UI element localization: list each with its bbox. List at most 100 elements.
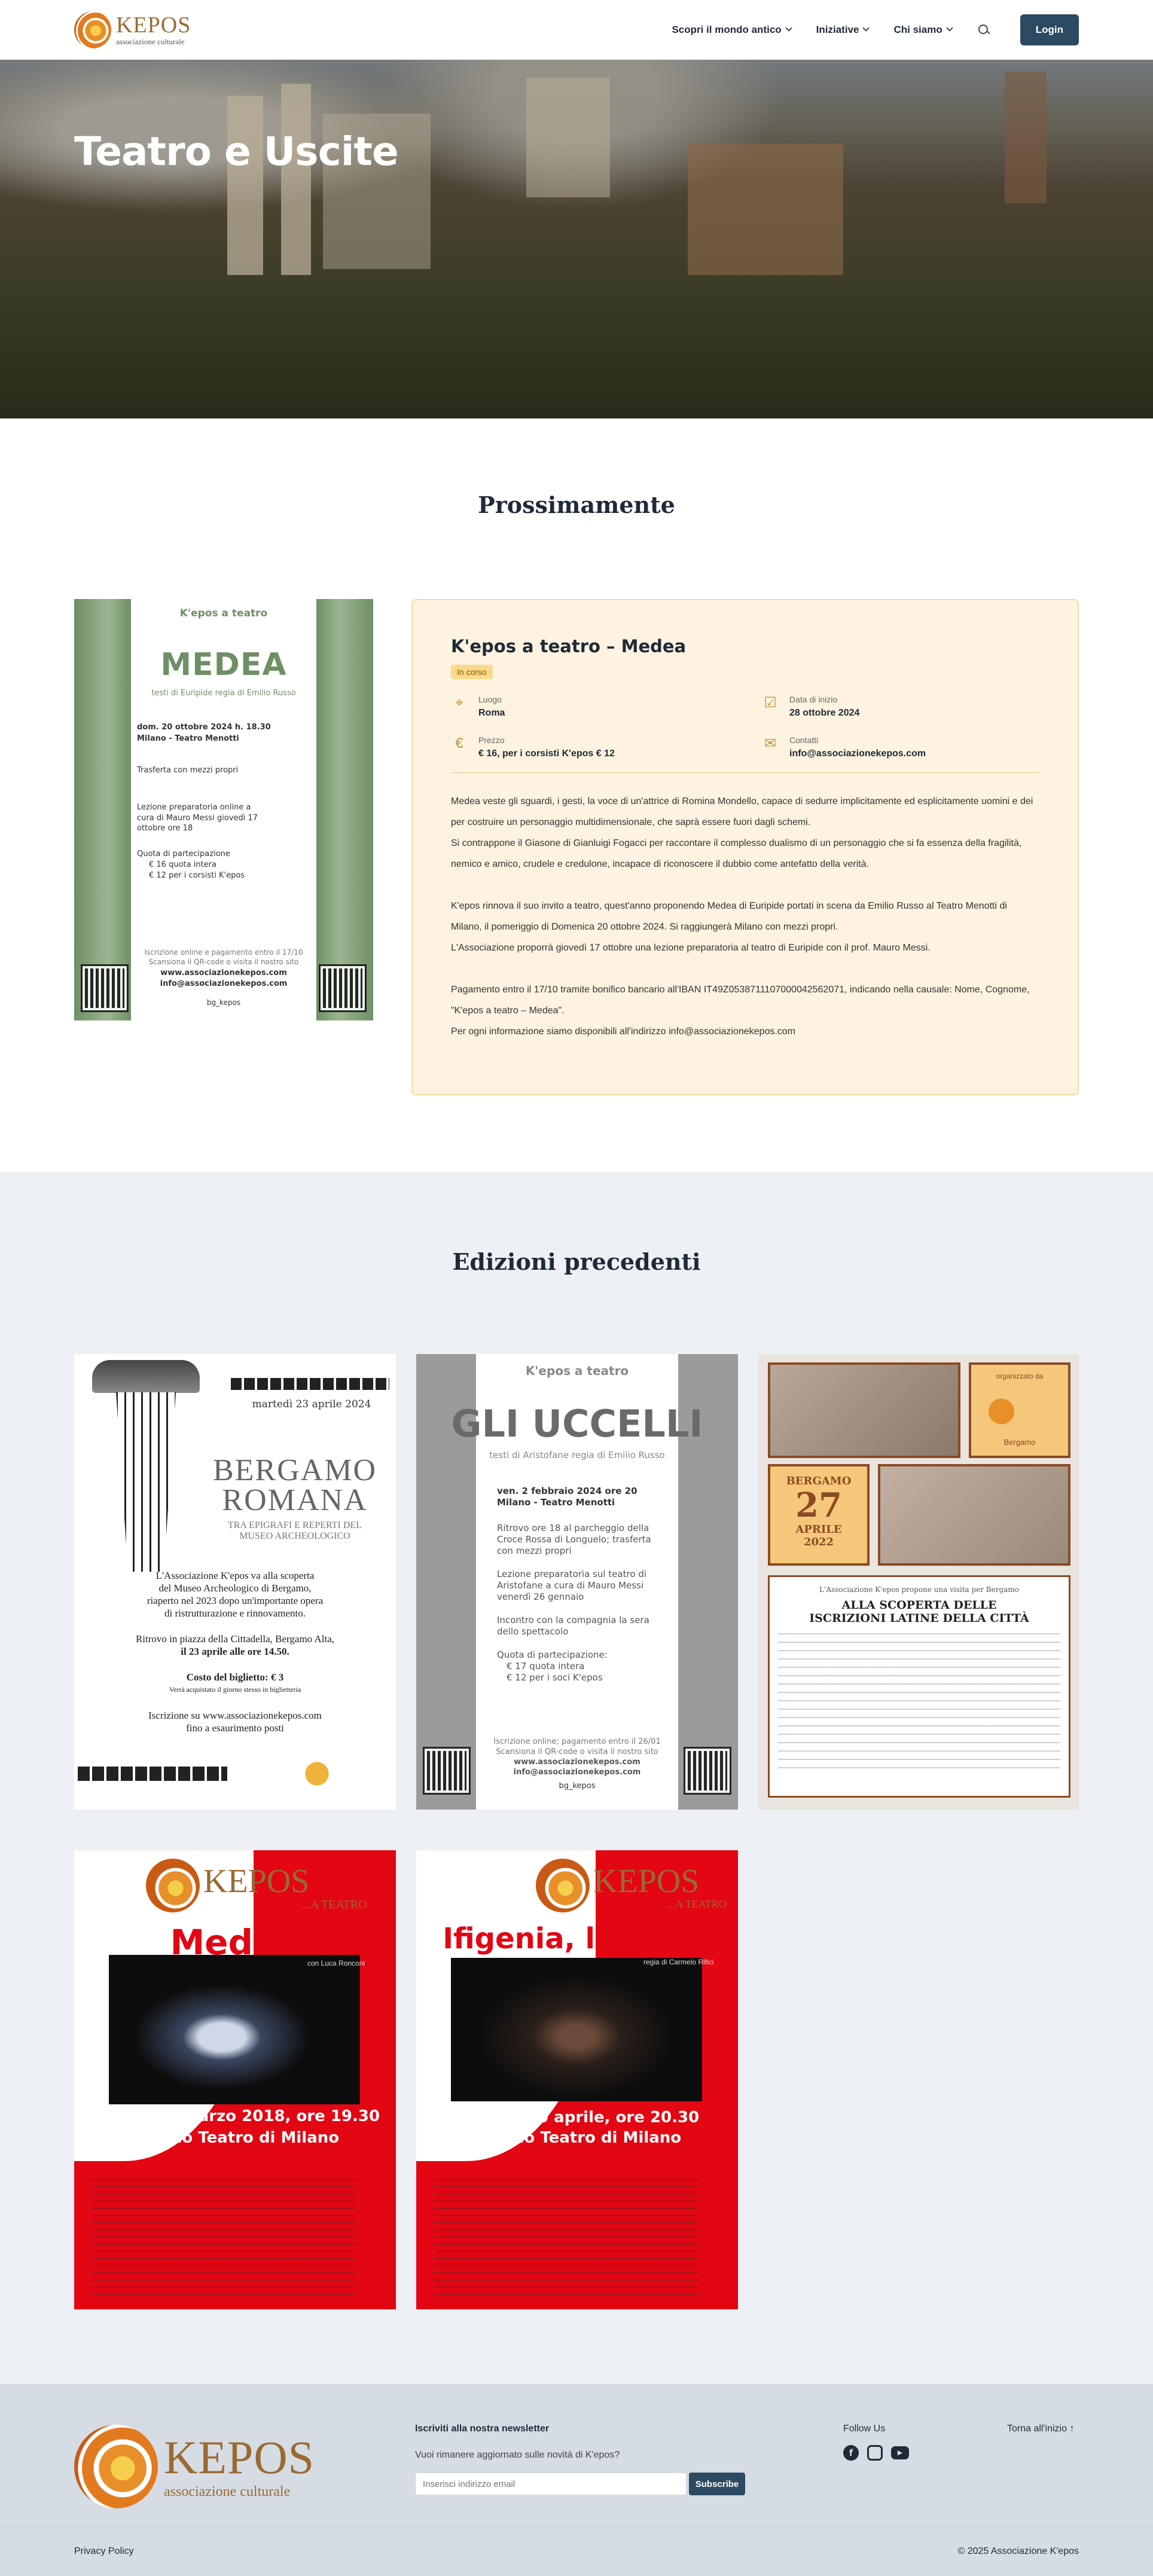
kepos-logo-icon — [301, 1761, 379, 1787]
chevron-down-icon — [862, 25, 870, 32]
nav-item-label: Scopri il mondo antico — [672, 23, 782, 35]
hero-building-image — [526, 78, 610, 197]
search-icon[interactable] — [977, 23, 990, 36]
chevron-down-icon — [946, 25, 953, 32]
poster-fine-text-image — [434, 2179, 697, 2299]
kepos-logo-icon — [146, 1859, 200, 1912]
price-value: € 16, per i corsisti K'epos € 12 — [478, 748, 615, 759]
chevron-down-icon — [785, 25, 792, 32]
ifigenia-poster-image[interactable]: KEPOS ...A TEATRO Ifigenia, liberata reg… — [416, 1850, 738, 2309]
poster-curtain-right — [316, 599, 373, 1020]
ifigenia-where: Piccolo Teatro di Milano — [472, 2129, 682, 2147]
qr-code-icon — [684, 1747, 731, 1795]
uccelli-quota-title: Quota di partecipazione: — [497, 1649, 608, 1660]
hero-building-image — [688, 143, 843, 275]
gli-uccelli-poster-image[interactable]: K'epos a teatro GLI UCCELLI testi di Ari… — [416, 1354, 738, 1810]
upcoming-section-title: Prossimamente — [478, 491, 675, 518]
bergamo-date: martedì 23 aprile 2024 — [252, 1398, 371, 1410]
qr-code-icon — [319, 964, 367, 1012]
bergamo-romana-poster-image[interactable]: martedì 23 aprile 2024 BERGAMO ROMANA TR… — [74, 1354, 396, 1810]
kepos-logo-icon — [983, 1395, 1056, 1428]
back-to-top-link[interactable]: Torna all'inizio ↑ — [1007, 2424, 1074, 2434]
newsletter-subtitle: Vuoi rimanere aggiornato sulle novità di… — [415, 2450, 620, 2460]
event-description: Medea veste gli sguardi, i gesti, la voc… — [451, 791, 1039, 1042]
nav-item-iniziative[interactable]: Iniziative — [816, 23, 870, 36]
ifigenia-sub: ...A TEATRO — [667, 1898, 727, 1910]
description-paragraph: Pagamento entro il 17/10 tramite bonific… — [451, 985, 1030, 1016]
poster-kicker: K'epos a teatro — [179, 607, 268, 619]
inscription-photo-image — [768, 1362, 960, 1458]
description-paragraph: Medea veste gli sguardi, i gesti, la voc… — [451, 796, 1033, 827]
iscrizioni-city: Bergamo — [1003, 1438, 1036, 1447]
bergamo-body-line: del Museo Archeologico di Bergamo, — [158, 1582, 312, 1594]
nav-item-label: Iniziative — [816, 23, 859, 35]
medea18-where: Piccolo Teatro di Milano — [130, 2129, 340, 2147]
newsletter-email-input[interactable] — [415, 2473, 687, 2495]
ionic-capital-image — [92, 1360, 200, 1393]
login-button[interactable]: Login — [1020, 14, 1079, 45]
contact-value[interactable]: info@associazionekepos.com — [789, 748, 926, 759]
poster-quota-1: € 16 quota intera — [149, 860, 216, 869]
uccelli-meet: Ritrovo ore 18 al parcheggio della Croce… — [497, 1523, 651, 1556]
date-value: 28 ottobre 2024 — [789, 708, 860, 718]
medea-poster-image[interactable]: K'epos a teatro MEDEA testi di Euripide … — [74, 599, 373, 1020]
uccelli-title: GLI UCCELLI — [451, 1402, 703, 1446]
follow-us-label: Follow Us — [843, 2424, 886, 2434]
site-header: KEPOS associazione culturale Scopri il m… — [0, 0, 1153, 60]
poster-title: MEDEA — [160, 647, 287, 683]
ifigenia-title: Ifigenia, liberata — [443, 1922, 712, 1955]
bergamo-title-2: ROMANA — [222, 1483, 368, 1517]
instagram-icon[interactable] — [867, 2445, 883, 2461]
nav-item-chi-siamo[interactable]: Chi siamo — [893, 23, 953, 36]
subscribe-button[interactable]: Subscribe — [689, 2473, 745, 2495]
bergamo-body-line: L'Associazione K'epos va alla scoperta — [155, 1570, 315, 1581]
past-section-title: Edizioni precedenti — [452, 1248, 701, 1275]
bergamo-body: L'Associazione K'epos va alla scoperta d… — [74, 1569, 396, 1734]
bergamo-signup: fino a esaurimento posti — [186, 1722, 284, 1734]
logo-brand: KEPOS — [116, 13, 191, 38]
site-logo[interactable]: KEPOS associazione culturale — [74, 11, 191, 48]
uccelli-date: ven. 2 febbraio 2024 ore 20 — [497, 1486, 637, 1496]
iscrizioni-title-1: ALLA SCOPERTA DELLE — [841, 1599, 997, 1612]
footer-logo[interactable]: KEPOS associazione culturale — [74, 2425, 315, 2508]
spiral-logo-icon — [74, 11, 111, 48]
iscrizioni-date-day: 27 — [795, 1486, 842, 1525]
calendar-icon: ☑ — [764, 695, 777, 711]
bergamo-signup: Iscrizione su www.associazionekepos.com — [148, 1710, 322, 1721]
hero-banner: Teatro e Uscite — [0, 60, 1153, 418]
iscrizioni-latine-poster-image[interactable]: organizzato da Bergamo BERGAMO 27 APRILE… — [758, 1354, 1079, 1810]
bergamo-subtitle-2: MUSEO ARCHEOLOGICO — [239, 1531, 350, 1541]
event-title: K'epos a teatro – Medea — [451, 636, 687, 656]
date-label: Data di inizio — [789, 695, 838, 704]
mail-icon: ✉ — [764, 735, 777, 751]
hero-column-image — [281, 84, 311, 275]
poster-social: bg_kepos — [206, 998, 241, 1007]
newsletter-title: Iscriviti alla nostra newsletter — [415, 2424, 550, 2434]
hero-column-image — [227, 96, 263, 275]
divider — [451, 772, 1039, 773]
poster-curtain-left — [74, 599, 131, 1020]
location-label: Luogo — [478, 695, 502, 704]
meander-border-image — [231, 1378, 389, 1390]
medea18-credits: con Luca Ronconi — [307, 1959, 365, 1967]
poster-footer-2: Scansiona il QR-code o visita il nostro … — [148, 958, 299, 966]
poster-transport: Trasferta con mezzi propri — [137, 766, 239, 775]
privacy-policy-link[interactable]: Privacy Policy — [74, 2546, 134, 2557]
page-title: Teatro e Uscite — [74, 129, 399, 175]
uccelli-place: Milano - Teatro Menotti — [497, 1497, 615, 1508]
poster-quota-2: € 12 per i corsisti K'epos — [149, 871, 245, 880]
ifigenia-brand: KEPOS — [593, 1863, 700, 1900]
spiral-logo-icon — [74, 2425, 158, 2508]
bergamo-cost-note: Verrà acquistato il giorno stesso in big… — [169, 1685, 301, 1694]
poster-email: info@associazionekepos.com — [160, 979, 288, 988]
location-value: Roma — [478, 708, 505, 718]
facebook-icon[interactable]: f — [843, 2445, 859, 2461]
medea-2018-poster-image[interactable]: KEPOS ...A TEATRO Medea con Luca Ronconi… — [74, 1850, 396, 2309]
poster-place: Milano - Teatro Menotti — [137, 734, 239, 743]
medea-stage-photo-image — [109, 1955, 360, 2104]
bergamo-body-line: di ristrutturazione e rinnovamento. — [164, 1608, 306, 1619]
iscrizioni-org: organizzato da — [996, 1372, 1044, 1380]
youtube-icon[interactable]: ▶ — [891, 2446, 909, 2459]
nav-item-scopri[interactable]: Scopri il mondo antico — [672, 23, 792, 36]
nav-item-label: Chi siamo — [893, 23, 942, 35]
